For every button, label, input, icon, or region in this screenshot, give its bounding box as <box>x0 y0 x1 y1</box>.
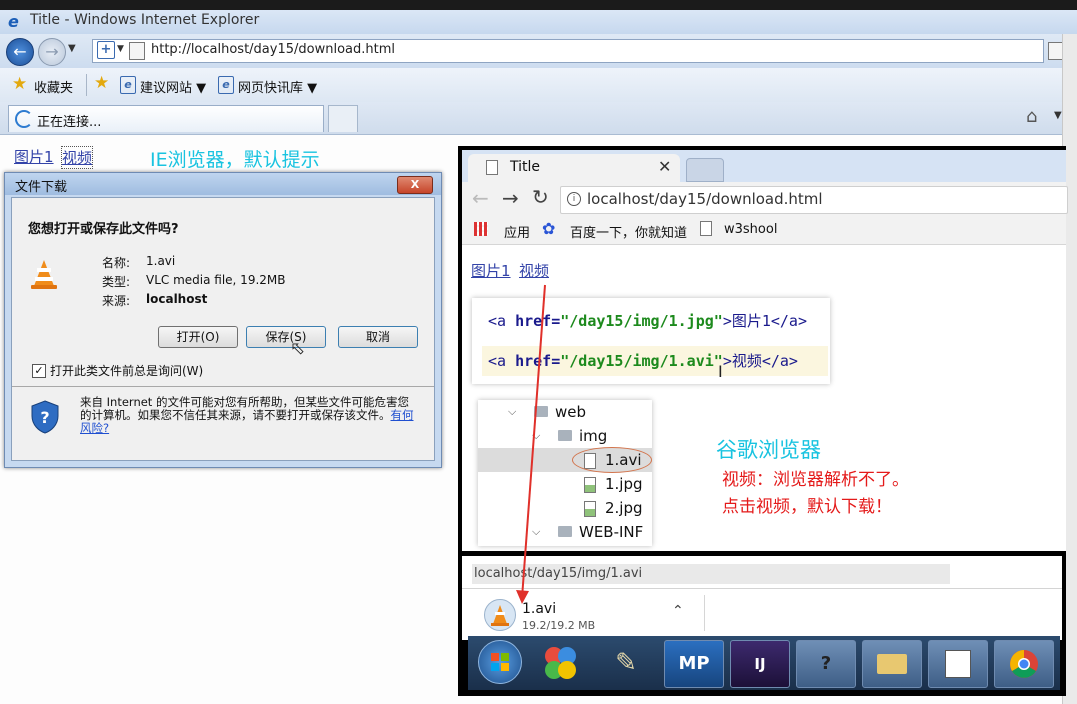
annotation-arrow <box>516 284 546 604</box>
text-cursor-icon: I <box>718 362 723 381</box>
